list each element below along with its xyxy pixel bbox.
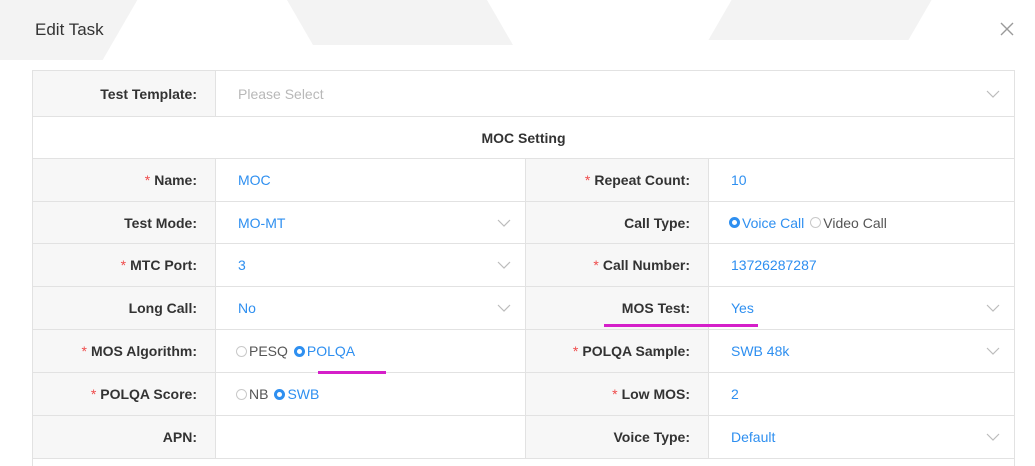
apn-input[interactable] bbox=[216, 416, 526, 458]
mos-algorithm-radio-group: PESQ POLQA bbox=[216, 330, 526, 372]
edit-task-form: Test Template: Please Select MOC Setting… bbox=[32, 70, 1015, 466]
test-mode-value: MO-MT bbox=[238, 214, 286, 231]
test-template-row: Test Template: Please Select bbox=[33, 71, 1014, 117]
call-type-label: Call Type: bbox=[526, 202, 709, 243]
chevron-down-icon bbox=[986, 347, 1000, 355]
radio-unselected-icon bbox=[236, 345, 247, 357]
chevron-down-icon bbox=[986, 433, 1000, 441]
polqa-score-label: * POLQA Score: bbox=[33, 373, 216, 415]
chevron-down-icon bbox=[986, 90, 1000, 98]
mtc-port-select[interactable]: 3 bbox=[216, 244, 526, 286]
mos-test-label: MOS Test: bbox=[526, 287, 709, 329]
polqa-score-radio-group: NB SWB bbox=[216, 373, 526, 415]
polqa-sample-value: SWB 48k bbox=[731, 343, 790, 359]
close-icon[interactable] bbox=[996, 18, 1018, 40]
form-row: * Name: MOC * Repeat Count: 10 bbox=[33, 159, 1014, 202]
form-row: * MTC Port: 3 * Call Number: 13726287287 bbox=[33, 244, 1014, 287]
mos-algorithm-label: * MOS Algorithm: bbox=[33, 330, 216, 372]
repeat-count-input[interactable]: 10 bbox=[709, 159, 1014, 201]
mos-algorithm-pesq-radio[interactable]: PESQ bbox=[236, 343, 288, 359]
mos-test-value: Yes bbox=[731, 300, 754, 316]
chevron-down-icon bbox=[497, 261, 511, 269]
form-row: * POLQA Score: NB SWB * Low MOS: 2 bbox=[33, 373, 1014, 416]
form-row: * MOS Algorithm: PESQ POLQA * POLQA Sample… bbox=[33, 330, 1014, 373]
long-call-select[interactable]: No bbox=[216, 287, 526, 329]
voice-type-label: Voice Type: bbox=[526, 416, 709, 458]
radio-selected-icon bbox=[274, 388, 286, 400]
low-mos-label: * Low MOS: bbox=[526, 373, 709, 415]
name-value: MOC bbox=[238, 172, 271, 188]
apn-label: APN: bbox=[33, 416, 216, 458]
radio-selected-icon bbox=[729, 217, 740, 228]
call-number-value: 13726287287 bbox=[731, 257, 817, 273]
voice-type-select[interactable]: Default bbox=[709, 416, 1014, 458]
chevron-down-icon bbox=[986, 304, 1000, 312]
voice-type-value: Default bbox=[731, 429, 776, 445]
long-call-label: Long Call: bbox=[33, 287, 216, 329]
polqa-score-swb-radio[interactable]: SWB bbox=[274, 386, 319, 402]
repeat-count-value: 10 bbox=[731, 172, 747, 188]
dialog-title: Edit Task bbox=[35, 20, 104, 39]
section-header-row: MOC Setting bbox=[33, 117, 1014, 159]
mos-test-select[interactable]: Yes bbox=[709, 287, 1014, 329]
test-template-placeholder: Please Select bbox=[238, 85, 324, 102]
mos-algorithm-polqa-radio[interactable]: POLQA bbox=[293, 343, 355, 359]
form-row: Test Mode: MO-MT Call Type: Voice Call V… bbox=[33, 202, 1014, 244]
low-mos-input[interactable]: 2 bbox=[709, 373, 1014, 415]
test-template-select[interactable]: Please Select bbox=[216, 71, 1014, 116]
polqa-score-nb-radio[interactable]: NB bbox=[236, 386, 268, 402]
radio-unselected-icon bbox=[236, 388, 247, 400]
watermark-stripe bbox=[708, 0, 932, 40]
polqa-highlight-underline bbox=[318, 371, 386, 374]
radio-unselected-icon bbox=[810, 217, 822, 228]
low-mos-value: 2 bbox=[731, 386, 739, 402]
section-title: MOC Setting bbox=[481, 129, 566, 146]
call-type-voice-radio[interactable]: Voice Call bbox=[729, 215, 804, 231]
polqa-sample-select[interactable]: SWB 48k bbox=[709, 330, 1014, 372]
name-input[interactable]: MOC bbox=[216, 159, 526, 201]
test-mode-label: Test Mode: bbox=[33, 202, 216, 243]
mtc-port-value: 3 bbox=[238, 257, 246, 273]
watermark-stripe bbox=[287, 0, 513, 45]
chevron-down-icon bbox=[497, 219, 511, 227]
radio-selected-icon bbox=[293, 345, 305, 357]
chevron-down-icon bbox=[497, 304, 511, 312]
call-number-input[interactable]: 13726287287 bbox=[709, 244, 1014, 286]
form-row: Long Call: No MOS Test: Yes bbox=[33, 287, 1014, 330]
name-label: * Name: bbox=[33, 159, 216, 201]
test-template-label: Test Template: bbox=[33, 71, 216, 116]
call-type-radio-group: Voice Call Video Call bbox=[709, 202, 1014, 243]
form-row: APN: Voice Type: Default bbox=[33, 416, 1014, 459]
repeat-count-label: * Repeat Count: bbox=[526, 159, 709, 201]
test-mode-select[interactable]: MO-MT bbox=[216, 202, 526, 243]
polqa-sample-label: * POLQA Sample: bbox=[526, 330, 709, 372]
mtc-port-label: * MTC Port: bbox=[33, 244, 216, 286]
call-number-label: * Call Number: bbox=[526, 244, 709, 286]
call-type-video-radio[interactable]: Video Call bbox=[810, 215, 887, 231]
long-call-value: No bbox=[238, 300, 256, 316]
mos-test-highlight-underline bbox=[604, 324, 758, 327]
